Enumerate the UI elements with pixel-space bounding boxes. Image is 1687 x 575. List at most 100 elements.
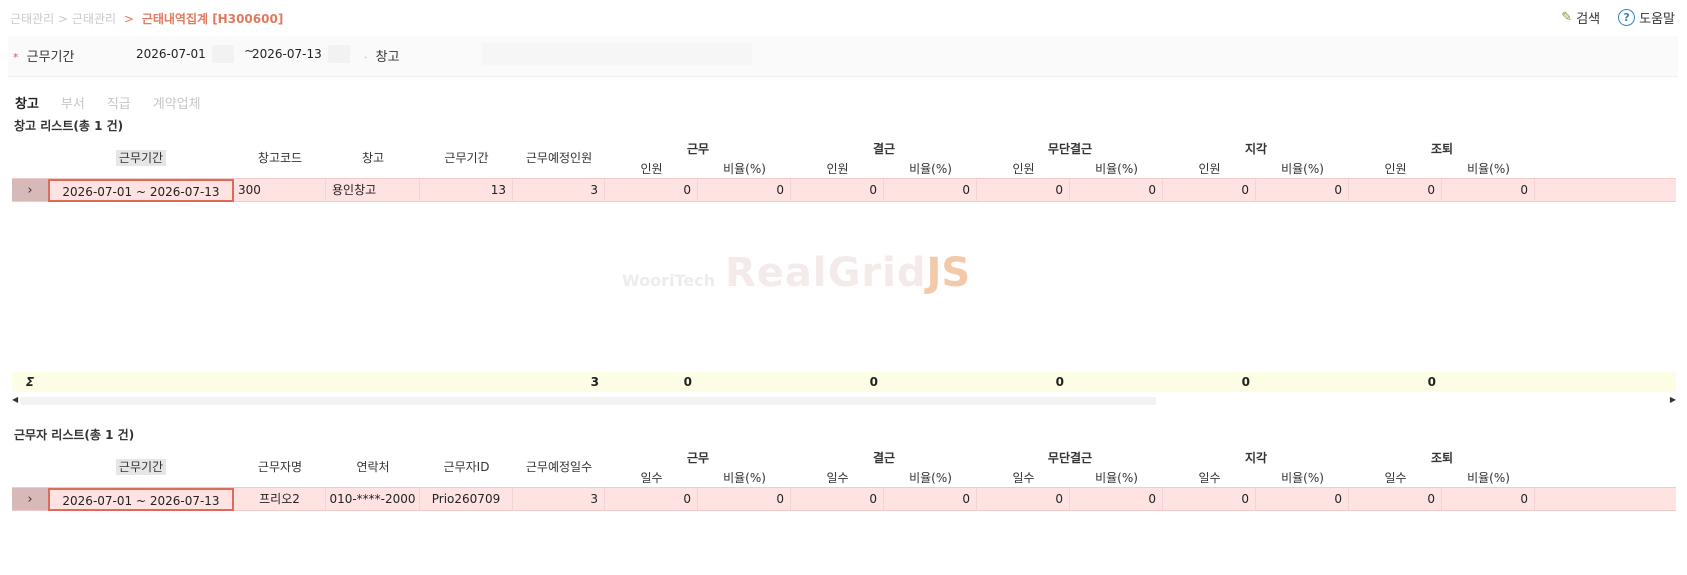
sub-header-count[interactable]: 일수 — [1163, 469, 1256, 486]
sub-header-count[interactable]: 일수 — [977, 469, 1070, 486]
table-row[interactable]: › 2026-07-01 ~ 2026-07-13 300 용인창고 13 3 … — [12, 178, 1676, 202]
cell-value[interactable]: 0 — [605, 179, 698, 201]
cell-value[interactable]: 0 — [1163, 488, 1256, 510]
sub-header-count[interactable]: 일수 — [605, 469, 698, 486]
col-header-period[interactable]: 근무기간 — [115, 150, 167, 166]
sub-header-count[interactable]: 인원 — [1349, 160, 1442, 177]
cell-value[interactable]: 0 — [1442, 179, 1535, 201]
group-header-late: 지각 — [1244, 451, 1268, 465]
cell-value[interactable]: 0 — [977, 488, 1070, 510]
cell-planned[interactable]: 3 — [513, 488, 605, 510]
cell-value[interactable]: 0 — [884, 488, 977, 510]
sub-header-ratio[interactable]: 비율(%) — [698, 160, 791, 177]
date-to-field[interactable]: 2026-07-13 — [252, 45, 350, 63]
cell-value[interactable]: 0 — [1070, 179, 1163, 201]
warehouse-select[interactable] — [482, 43, 752, 65]
cell-warehouse[interactable]: 용인창고 — [326, 179, 420, 201]
sub-header-count[interactable]: 인원 — [977, 160, 1070, 177]
sub-header-ratio[interactable]: 비율(%) — [1256, 160, 1349, 177]
top-toolbar: ✎ 검색 ? 도움말 — [1561, 8, 1675, 27]
sub-header-count[interactable]: 인원 — [791, 160, 884, 177]
realgrid-watermark: WooriTech RealGridJS — [622, 250, 970, 296]
cell-value[interactable]: 0 — [791, 179, 884, 201]
cell-value[interactable]: 0 — [1442, 488, 1535, 510]
cell-period[interactable]: 2026-07-01 ~ 2026-07-13 — [48, 488, 234, 511]
scroll-thumb[interactable] — [20, 397, 1156, 405]
cell-value[interactable]: 0 — [977, 179, 1070, 201]
breadcrumb-separator: > — [58, 12, 69, 26]
cell-value[interactable]: 0 — [698, 179, 791, 201]
grid-header: 근무기간 창고코드 창고 근무기간 근무예정인원 근무 결근 무단결근 지각 조… — [12, 140, 1676, 182]
sub-header-count[interactable]: 인원 — [1163, 160, 1256, 177]
cell-worker[interactable]: 프리오2 — [234, 488, 326, 510]
sub-header-ratio[interactable]: 비율(%) — [884, 160, 977, 177]
warehouse-label: 창고 — [375, 50, 400, 65]
sub-header-ratio[interactable]: 비율(%) — [1442, 160, 1535, 177]
calendar-icon[interactable] — [327, 45, 350, 63]
cell-value[interactable]: 0 — [605, 488, 698, 510]
expand-row-button[interactable]: › — [12, 179, 49, 201]
page-title: 근태내역집계 [H300600] — [141, 12, 284, 26]
col-header-warehouse[interactable]: 창고 — [326, 149, 420, 166]
scroll-right-icon[interactable]: ▶ — [1670, 395, 1676, 404]
group-header-early-leave: 조퇴 — [1430, 142, 1454, 156]
cell-code[interactable]: 300 — [234, 179, 326, 201]
summary-value: 0 — [1427, 375, 1436, 389]
help-button[interactable]: ? 도움말 — [1618, 8, 1675, 27]
tab-warehouse[interactable]: 창고 — [15, 93, 39, 112]
worker-grid[interactable]: 근무기간 근무자명 연락처 근무자ID 근무예정일수 근무 결근 무단결근 지각… — [12, 449, 1676, 564]
summary-row: Σ 3 0 0 0 0 0 — [12, 372, 1676, 392]
col-header-code[interactable]: 창고코드 — [234, 149, 326, 166]
col-header-worker-id[interactable]: 근무자ID — [420, 458, 513, 475]
sub-header-ratio[interactable]: 비율(%) — [1442, 469, 1535, 486]
tab-position[interactable]: 직급 — [107, 93, 131, 112]
search-button[interactable]: ✎ 검색 — [1561, 8, 1600, 27]
scroll-left-icon[interactable]: ◀ — [12, 395, 18, 404]
summary-value: 0 — [1241, 375, 1250, 389]
cell-worker-id[interactable]: Prio260709 — [420, 488, 513, 510]
col-header-period[interactable]: 근무기간 — [115, 459, 167, 475]
cell-planned[interactable]: 3 — [513, 179, 605, 201]
breadcrumb-item[interactable]: 근태관리 — [10, 12, 54, 26]
group-header-work: 근무 — [686, 451, 710, 465]
cell-period[interactable]: 2026-07-01 ~ 2026-07-13 — [48, 179, 234, 202]
grid-header: 근무기간 근무자명 연락처 근무자ID 근무예정일수 근무 결근 무단결근 지각… — [12, 449, 1676, 491]
table-row[interactable]: › 2026-07-01 ~ 2026-07-13 프리오2 010-****-… — [12, 487, 1676, 511]
watermark-company: WooriTech — [622, 271, 715, 290]
cell-value[interactable]: 0 — [1349, 488, 1442, 510]
cell-value[interactable]: 0 — [1349, 179, 1442, 201]
cell-value[interactable]: 0 — [1256, 488, 1349, 510]
sub-header-ratio[interactable]: 비율(%) — [884, 469, 977, 486]
col-header-worker[interactable]: 근무자명 — [234, 458, 326, 475]
sub-header-count[interactable]: 일수 — [791, 469, 884, 486]
col-header-planned[interactable]: 근무예정인원 — [513, 149, 605, 166]
sub-header-count[interactable]: 인원 — [605, 160, 698, 177]
cell-value[interactable]: 0 — [884, 179, 977, 201]
sub-header-ratio[interactable]: 비율(%) — [1256, 469, 1349, 486]
expand-row-button[interactable]: › — [12, 488, 49, 510]
cell-phone[interactable]: 010-****-2000 — [326, 488, 420, 510]
period-label: 근무기간 — [26, 50, 75, 65]
cell-value[interactable]: 0 — [1070, 488, 1163, 510]
cell-value[interactable]: 0 — [1256, 179, 1349, 201]
tab-bar: 창고 부서 직급 계약업체 — [15, 93, 201, 112]
cell-value[interactable]: 0 — [698, 488, 791, 510]
sub-header-count[interactable]: 일수 — [1349, 469, 1442, 486]
col-header-phone[interactable]: 연락처 — [326, 458, 420, 475]
calendar-icon[interactable] — [211, 45, 234, 63]
cell-value[interactable]: 0 — [1163, 179, 1256, 201]
tab-contractor[interactable]: 계약업체 — [153, 93, 201, 112]
broom-icon: ✎ — [1561, 10, 1573, 25]
date-from-field[interactable]: 2026-07-01 — [136, 45, 234, 63]
sub-header-ratio[interactable]: 비율(%) — [1070, 469, 1163, 486]
cell-days[interactable]: 13 — [420, 179, 513, 201]
tab-department[interactable]: 부서 — [61, 93, 85, 112]
chevron-right-icon: › — [27, 182, 33, 198]
horizontal-scrollbar[interactable]: ◀ ▶ — [12, 395, 1676, 407]
col-header-days[interactable]: 근무기간 — [420, 149, 513, 166]
col-header-planned-days[interactable]: 근무예정일수 — [513, 458, 605, 475]
sub-header-ratio[interactable]: 비율(%) — [1070, 160, 1163, 177]
breadcrumb-item[interactable]: 근태관리 — [72, 12, 116, 26]
cell-value[interactable]: 0 — [791, 488, 884, 510]
sub-header-ratio[interactable]: 비율(%) — [698, 469, 791, 486]
